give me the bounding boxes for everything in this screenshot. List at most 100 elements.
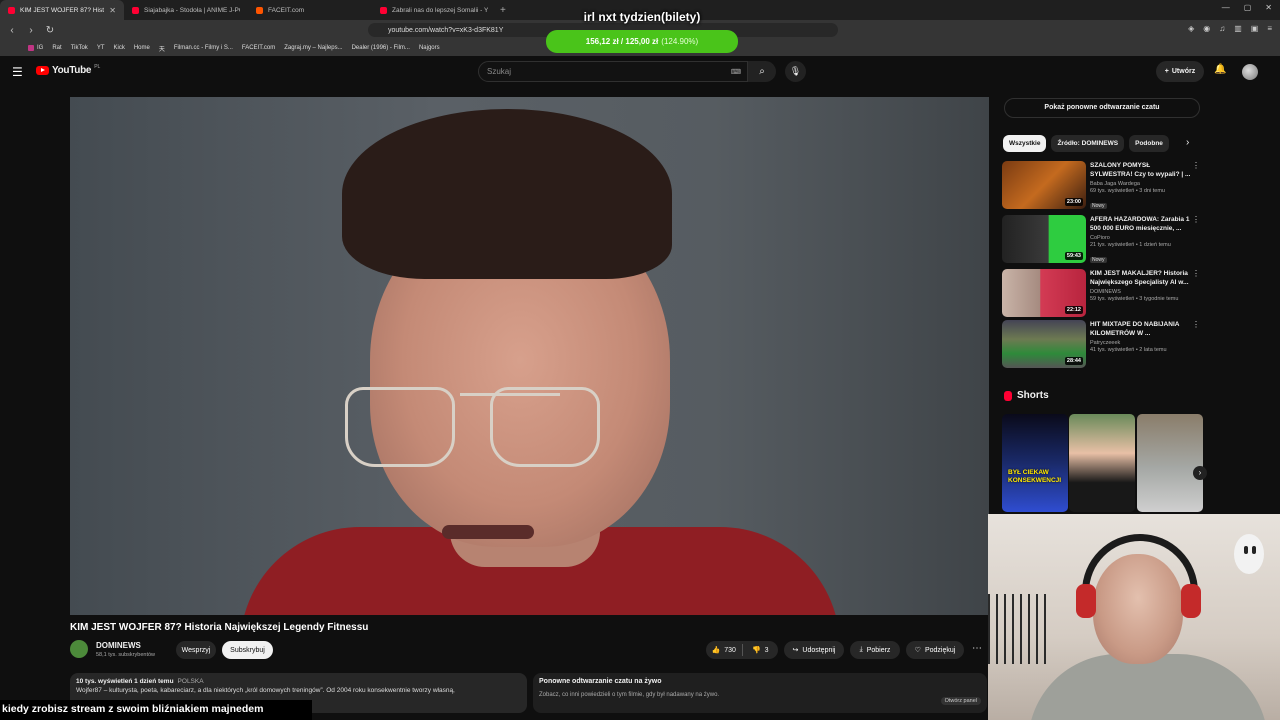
extension-icon[interactable]: ◉	[1203, 24, 1210, 33]
forward-icon[interactable]: ›	[24, 25, 38, 36]
video-frame-hair	[342, 109, 672, 279]
bookmark-label: IG	[37, 45, 44, 51]
youtube-play-icon	[36, 66, 49, 75]
more-options-icon[interactable]: ⋮	[1192, 320, 1200, 329]
video-thumbnail[interactable]: 28:44	[1002, 320, 1086, 368]
open-panel-button[interactable]: Otwórz panel	[940, 697, 981, 705]
short-item[interactable]	[1137, 414, 1203, 512]
minimize-icon[interactable]: —	[1222, 3, 1230, 12]
youtube-header: ☰ YouTube PL Szukaj ⌨ ⌕ 🎙 + Utwórz 🔔	[0, 56, 1280, 88]
bookmark-ten[interactable]: 天	[159, 44, 165, 53]
video-thumbnail[interactable]: 59:43	[1002, 215, 1086, 263]
bookmark-rat[interactable]: Rat	[52, 45, 61, 51]
search-input[interactable]: Szukaj ⌨	[478, 61, 748, 82]
bookmark-faceit[interactable]: FACEIT.com	[242, 45, 275, 51]
extension-icon[interactable]: ◈	[1188, 24, 1194, 33]
create-button[interactable]: + Utwórz	[1156, 61, 1204, 82]
sidebar-icon[interactable]: ▥	[1234, 24, 1242, 33]
youtube-logo[interactable]: YouTube PL	[36, 64, 100, 76]
short-item[interactable]	[1069, 414, 1135, 512]
tab-label: KIM JEST WOJFER 87? Histo	[20, 6, 105, 14]
back-icon[interactable]: ‹	[5, 25, 19, 36]
more-options-icon[interactable]: ⋮	[1192, 269, 1200, 278]
video-thumbnail[interactable]: 23:00	[1002, 161, 1086, 209]
like-dislike-group: 👍 730 👎 3	[706, 641, 778, 659]
tab-faceit[interactable]: FACEIT.com	[248, 0, 372, 20]
recommendation-channel[interactable]: Patryczeeek	[1090, 340, 1192, 346]
thumbs-down-icon: 👎	[751, 647, 761, 654]
support-button[interactable]: Wesprzyj	[176, 641, 216, 659]
recommendation-title[interactable]: KIM JEST MAKALJER? Historia Największego…	[1090, 269, 1192, 287]
bookmark-dealer[interactable]: Dealer (1996) - Film...	[352, 45, 410, 51]
bookmark-label: Filman.cc - Filmy i S...	[173, 45, 233, 51]
stream-goal-bar: 156,12 zł / 125,00 zł (124.90%)	[546, 30, 738, 53]
notifications-icon[interactable]: 🔔	[1214, 64, 1226, 75]
bookmark-filman[interactable]: Filman.cc - Filmy i S...	[174, 45, 233, 51]
recommendation-title[interactable]: AFERA HAZARDOWA: Zarabia 1 500 000 EURO …	[1090, 215, 1192, 233]
more-options-icon[interactable]: ⋮	[1192, 215, 1200, 224]
chip-similar[interactable]: Podobne	[1129, 135, 1169, 152]
bookmark-home[interactable]: Home	[134, 45, 150, 51]
recommendation-title[interactable]: SZALONY POMYSŁ SYLWESTRA! Czy to wypali?…	[1090, 161, 1192, 179]
wallet-icon[interactable]: ▣	[1251, 24, 1259, 33]
tab-siajabajka[interactable]: Siajabajka - Stodoła | ANIME J-POP	[124, 0, 248, 20]
bookmark-ig[interactable]: IG	[28, 45, 43, 51]
maximize-icon[interactable]: ▢	[1244, 3, 1252, 12]
chevron-right-icon[interactable]: ›	[1186, 137, 1189, 148]
dislike-button[interactable]: 👎 3	[743, 646, 779, 655]
more-options-icon[interactable]: ⋮	[1192, 161, 1200, 170]
show-chat-replay-button[interactable]: Pokaż ponowne odtwarzanie czatu	[1004, 98, 1200, 118]
menu-icon[interactable]: ≡	[1267, 24, 1272, 33]
tab-somalia[interactable]: Zabrali nas do lepszej Somalii - YouTu	[372, 0, 496, 20]
subscribe-button[interactable]: Subskrybuj	[222, 641, 273, 659]
recommendation-item[interactable]: 28:44 HIT MIXTAPE DO NABIJANIA KILOMETRÓ…	[1002, 320, 1202, 368]
bookmark-label: 天	[158, 46, 165, 53]
new-tab-icon[interactable]: +	[500, 5, 506, 16]
video-thumbnail[interactable]: 22:12	[1002, 269, 1086, 317]
account-avatar[interactable]	[1242, 64, 1258, 80]
recommendation-item[interactable]: 22:12 KIM JEST MAKALJER? Historia Najwię…	[1002, 269, 1202, 317]
tab-label: Zabrali nas do lepszej Somalii - YouTu	[392, 6, 488, 14]
channel-avatar[interactable]	[70, 640, 88, 658]
menu-icon[interactable]: ☰	[12, 65, 23, 79]
recommendation-channel[interactable]: DOMINEWS	[1090, 289, 1192, 295]
chat-replay-subtext: Zobacz, co inni powiedzieli o tym filmie…	[539, 692, 720, 698]
bookmark-najgors[interactable]: Najgors	[419, 45, 440, 51]
like-button[interactable]: 👍 730	[706, 646, 742, 655]
chevron-right-icon[interactable]: ›	[1193, 466, 1207, 480]
recommendation-channel[interactable]: Baba Jaga Wardega	[1090, 181, 1192, 187]
download-button[interactable]: ⤓ Pobierz	[850, 641, 900, 659]
video-player[interactable]	[70, 97, 989, 615]
recommendation-channel[interactable]: CoPioro	[1090, 235, 1192, 241]
search-button[interactable]: ⌕	[748, 61, 776, 82]
chip-all[interactable]: Wszystkie	[1003, 135, 1047, 152]
short-item[interactable]: BYŁ CIEKAW KONSEKWENCJI	[1002, 414, 1068, 512]
recommendation-item[interactable]: 23:00 SZALONY POMYSŁ SYLWESTRA! Czy to w…	[1002, 161, 1202, 209]
recommendation-item[interactable]: 59:43 AFERA HAZARDOWA: Zarabia 1 500 000…	[1002, 215, 1202, 263]
extension-icon[interactable]: ♫	[1219, 24, 1225, 33]
voice-search-button[interactable]: 🎙	[785, 61, 806, 82]
tab-label: Siajabajka - Stodoła | ANIME J-POP	[144, 6, 240, 14]
channel-name[interactable]: DOMINEWS	[96, 641, 141, 650]
youtube-favicon-icon	[380, 6, 387, 14]
more-actions-icon[interactable]: ⋯	[972, 643, 982, 654]
bookmark-tiktok[interactable]: TikTok	[71, 45, 88, 51]
bookmark-yt[interactable]: YT	[97, 45, 105, 51]
bookmark-kick[interactable]: Kick	[113, 45, 124, 51]
bookmark-label: Zagraj.my – Najleps...	[284, 45, 343, 51]
bookmark-label: Najgors	[418, 45, 440, 51]
reload-icon[interactable]: ↻	[43, 25, 57, 36]
webcam-headset-ear	[1076, 584, 1096, 618]
tab-youtube-video[interactable]: KIM JEST WOJFER 87? Histo ✕	[0, 0, 124, 20]
chip-source[interactable]: Źródło: DOMINEWS	[1051, 135, 1125, 152]
create-label: Utwórz	[1171, 68, 1196, 75]
logo-text: YouTube	[52, 65, 92, 76]
stream-goal-title: irl nxt tydzien(bilety)	[583, 10, 701, 24]
close-tab-icon[interactable]: ✕	[109, 6, 116, 15]
keyboard-icon[interactable]: ⌨	[731, 68, 741, 76]
bookmark-zagraj[interactable]: Zagraj.my – Najleps...	[284, 45, 342, 51]
share-button[interactable]: ↪ Udostępnij	[784, 641, 844, 659]
thanks-button[interactable]: ♡ Podziękuj	[906, 641, 964, 659]
close-window-icon[interactable]: ✕	[1265, 3, 1272, 12]
recommendation-title[interactable]: HIT MIXTAPE DO NABIJANIA KILOMETRÓW W ..…	[1090, 320, 1192, 338]
